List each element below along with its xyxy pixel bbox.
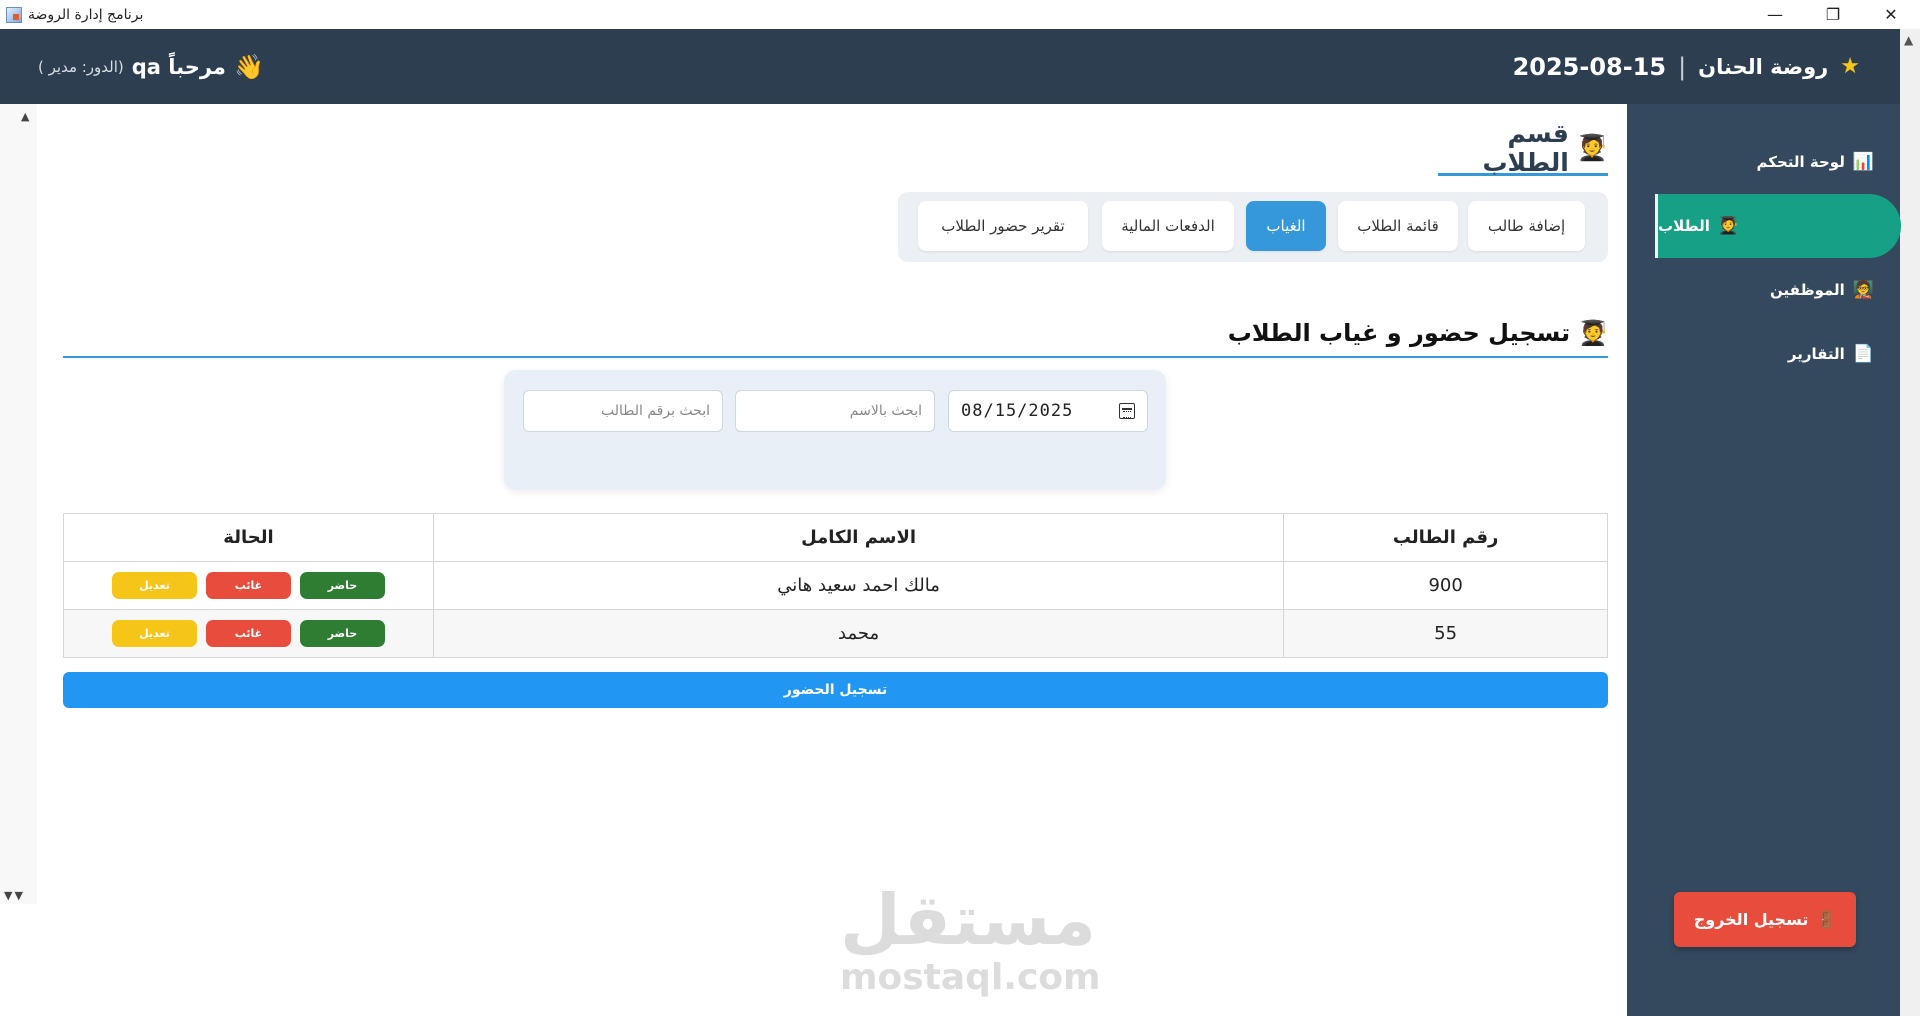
content-scrollbar[interactable]: ▲ ▼▼ — [0, 104, 37, 904]
app-header: 👋 مرحباً qa (الدور: مدير ) ★ روضة الحنان… — [0, 29, 1900, 104]
page-title-text: قسم الطلاب — [1482, 118, 1569, 177]
id-search-input[interactable]: ابحث برقم الطالب — [523, 390, 723, 432]
scroll-up-icon[interactable]: ▲ — [1904, 33, 1913, 47]
save-attendance-button[interactable]: تسجيل الحضور — [63, 672, 1608, 708]
minimize-button[interactable]: — — [1746, 0, 1804, 29]
sidebar: 📊 لوحة التحكم 🧑‍🎓 الطلاب 🧑‍🏫 الموظفين 📄 … — [1627, 104, 1901, 1016]
tab-payments[interactable]: الدفعات المالية — [1102, 201, 1234, 251]
door-icon: 🚪 — [1816, 910, 1837, 929]
logout-button[interactable]: 🚪 تسجيل الخروج — [1674, 892, 1856, 947]
window-title: برنامج إدارة الروضة — [28, 6, 144, 23]
tab-bar: إضافة طالب قائمة الطلاب الغياب الدفعات ا… — [898, 192, 1608, 262]
user-role: (الدور: مدير ) — [38, 57, 124, 76]
sidebar-item-students[interactable]: 🧑‍🎓 الطلاب — [1655, 194, 1901, 258]
attendance-title-text: تسجيل حضور و غياب الطلاب — [1227, 319, 1571, 347]
star-icon: ★ — [1840, 54, 1860, 79]
chart-icon: 📊 — [1852, 152, 1874, 172]
window-controls: — ❐ ✕ — [1746, 0, 1920, 29]
tab-absence[interactable]: الغياب — [1246, 201, 1326, 251]
header-separator: | — [1678, 52, 1687, 81]
scroll-down-icon[interactable]: ▼▼ — [4, 889, 25, 902]
table-header-row: رقم الطالب الاسم الكامل الحالة — [63, 513, 1608, 562]
brand-group: ★ روضة الحنان | 2025-08-15 — [1513, 53, 1860, 81]
close-button[interactable]: ✕ — [1862, 0, 1920, 29]
student-icon: 🧑‍🎓 — [1578, 319, 1608, 347]
status-cell: حاضر غائب تعديل — [63, 609, 434, 658]
watermark: مستقل mostaql.com — [840, 879, 1101, 998]
document-icon: 📄 — [1852, 344, 1874, 364]
absent-button[interactable]: غائب — [205, 620, 291, 647]
date-value: 08/15/2025 — [961, 401, 1074, 421]
school-name: روضة الحنان — [1698, 54, 1829, 79]
window-scrollbar[interactable]: ▲ — [1900, 29, 1920, 1016]
column-header-name: الاسم الكامل — [432, 513, 1285, 562]
filter-panel: 08/15/2025 ابحث بالاسم ابحث برقم الطالب — [504, 370, 1166, 490]
student-id-cell: 55 — [1283, 609, 1608, 658]
date-picker[interactable]: 08/15/2025 — [948, 390, 1148, 432]
welcome-text: مرحباً qa — [131, 54, 226, 79]
logout-label: تسجيل الخروج — [1693, 910, 1809, 929]
sidebar-item-label: الموظفين — [1770, 281, 1845, 299]
student-id-cell: 900 — [1283, 561, 1608, 610]
wave-icon: 👋 — [233, 52, 264, 81]
absent-button[interactable]: غائب — [205, 572, 291, 599]
sidebar-item-label: لوحة التحكم — [1756, 153, 1845, 171]
watermark-english: mostaql.com — [840, 957, 1101, 998]
sidebar-item-staff[interactable]: 🧑‍🏫 الموظفين — [1770, 275, 1874, 305]
attendance-title: 🧑‍🎓 تسجيل حضور و غياب الطلاب — [63, 310, 1608, 358]
student-icon: 🧑‍🎓 — [1717, 216, 1740, 236]
scroll-up-icon[interactable]: ▲ — [21, 110, 29, 123]
column-header-id: رقم الطالب — [1283, 513, 1608, 562]
app-icon — [6, 6, 22, 23]
table-row: 900 مالك احمد سعيد هاني حاضر غائب تعديل — [63, 561, 1608, 610]
maximize-button[interactable]: ❐ — [1804, 0, 1862, 29]
present-button[interactable]: حاضر — [299, 620, 385, 647]
sidebar-item-dashboard[interactable]: 📊 لوحة التحكم — [1756, 147, 1874, 177]
tab-students-list[interactable]: قائمة الطلاب — [1338, 201, 1458, 251]
page-title: 🧑‍🎓 قسم الطلاب — [1438, 118, 1608, 177]
edit-button[interactable]: تعديل — [111, 572, 197, 599]
table-row: 55 محمد حاضر غائب تعديل — [63, 609, 1608, 658]
tab-add-student[interactable]: إضافة طالب — [1468, 201, 1585, 251]
watermark-arabic: مستقل — [840, 879, 1097, 961]
student-name-cell: مالك احمد سعيد هاني — [432, 561, 1285, 610]
status-cell: حاضر غائب تعديل — [63, 561, 434, 610]
sidebar-item-label: الطلاب — [1658, 217, 1710, 235]
attendance-table: رقم الطالب الاسم الكامل الحالة 900 مالك … — [63, 513, 1608, 658]
window-title-group: برنامج إدارة الروضة — [0, 6, 144, 23]
sidebar-item-label: التقارير — [1787, 345, 1845, 363]
header-date: 2025-08-15 — [1512, 52, 1667, 81]
welcome-group: 👋 مرحباً qa (الدور: مدير ) — [38, 53, 264, 81]
tab-attendance-report[interactable]: تقرير حضور الطلاب — [918, 201, 1088, 251]
calendar-icon[interactable] — [1119, 403, 1135, 419]
student-icon: 🧑‍🎓 — [1576, 132, 1608, 162]
sidebar-item-reports[interactable]: 📄 التقارير — [1788, 339, 1874, 369]
name-search-input[interactable]: ابحث بالاسم — [735, 390, 935, 432]
present-button[interactable]: حاضر — [299, 572, 385, 599]
teacher-icon: 🧑‍🏫 — [1852, 280, 1874, 300]
edit-button[interactable]: تعديل — [111, 620, 197, 647]
window-titlebar: برنامج إدارة الروضة — ❐ ✕ — [0, 0, 1920, 29]
column-header-status: الحالة — [63, 513, 434, 562]
student-name-cell: محمد — [432, 609, 1285, 658]
